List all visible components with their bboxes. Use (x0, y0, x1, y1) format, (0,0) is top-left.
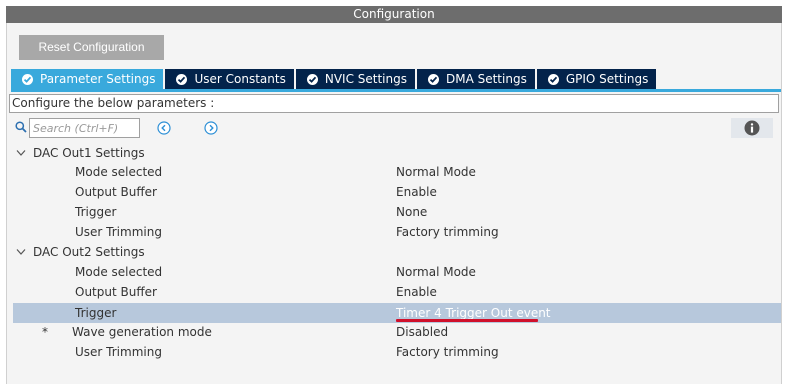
info-button[interactable] (731, 118, 773, 138)
param-name: Trigger (75, 306, 117, 320)
tab-dma-settings[interactable]: DMA Settings (416, 69, 535, 89)
tab-label: User Constants (194, 72, 286, 86)
tab-label: GPIO Settings (565, 72, 649, 86)
chevron-down-icon[interactable] (16, 149, 26, 157)
param-row[interactable]: Output Buffer Enable (6, 182, 782, 202)
param-value[interactable]: Factory trimming (396, 222, 499, 242)
group-label: DAC Out2 Settings (33, 245, 145, 259)
param-name: Output Buffer (75, 285, 157, 299)
check-circle-icon (176, 73, 188, 85)
param-row[interactable]: * Wave generation mode Disabled (6, 322, 782, 342)
tab-user-constants[interactable]: User Constants (165, 69, 294, 89)
search-input[interactable] (29, 118, 140, 138)
param-value[interactable]: Enable (396, 182, 437, 202)
param-row[interactable]: Mode selected Normal Mode (6, 262, 782, 282)
param-value[interactable]: Factory trimming (396, 342, 499, 362)
param-name: Mode selected (75, 265, 163, 279)
search-icon[interactable] (15, 121, 27, 133)
tab-label: Parameter Settings (40, 72, 156, 86)
tab-gpio-settings[interactable]: GPIO Settings (536, 69, 657, 89)
info-icon (744, 120, 760, 136)
arrow-right-circle-icon[interactable] (204, 121, 218, 135)
param-row[interactable]: Mode selected Normal Mode (6, 162, 782, 182)
check-circle-icon (427, 73, 439, 85)
group-label: DAC Out1 Settings (33, 146, 145, 160)
group-row[interactable]: DAC Out2 Settings (6, 242, 782, 262)
param-value[interactable]: None (396, 202, 427, 222)
param-row[interactable]: Output Buffer Enable (6, 282, 782, 302)
tab-label: NVIC Settings (324, 72, 407, 86)
param-name: Mode selected (75, 165, 163, 179)
param-name: User Trimming (75, 345, 162, 359)
param-value[interactable]: Disabled (396, 322, 448, 342)
param-name: User Trimming (75, 225, 162, 239)
tab-parameter-settings[interactable]: Parameter Settings (11, 69, 164, 89)
param-value[interactable]: Normal Mode (396, 162, 476, 182)
check-circle-icon (547, 73, 559, 85)
configure-hint: Configure the below parameters : (9, 94, 779, 113)
param-value[interactable]: Enable (396, 282, 437, 302)
param-row[interactable]: User Trimming Factory trimming (6, 342, 782, 362)
check-circle-icon (306, 73, 318, 85)
param-value[interactable]: Normal Mode (396, 262, 476, 282)
param-name: Wave generation mode (72, 325, 212, 339)
window-title: Configuration (6, 6, 782, 23)
check-circle-icon (22, 73, 33, 85)
tab-nvic-settings[interactable]: NVIC Settings (295, 69, 415, 89)
modified-marker: * (42, 325, 48, 339)
red-annotation-underline (396, 319, 538, 322)
param-name: Output Buffer (75, 185, 157, 199)
chevron-down-icon[interactable] (16, 248, 26, 256)
arrow-left-circle-icon[interactable] (157, 121, 171, 135)
tab-underline (11, 89, 781, 92)
param-row[interactable]: User Trimming Factory trimming (6, 222, 782, 242)
param-row[interactable]: Trigger None (6, 202, 782, 222)
param-name: Trigger (75, 205, 117, 219)
tab-bar: Parameter Settings User Constants NVIC S… (11, 69, 658, 89)
reset-configuration-button[interactable]: Reset Configuration (19, 35, 164, 60)
group-row[interactable]: DAC Out1 Settings (6, 143, 782, 163)
tab-label: DMA Settings (445, 72, 527, 86)
